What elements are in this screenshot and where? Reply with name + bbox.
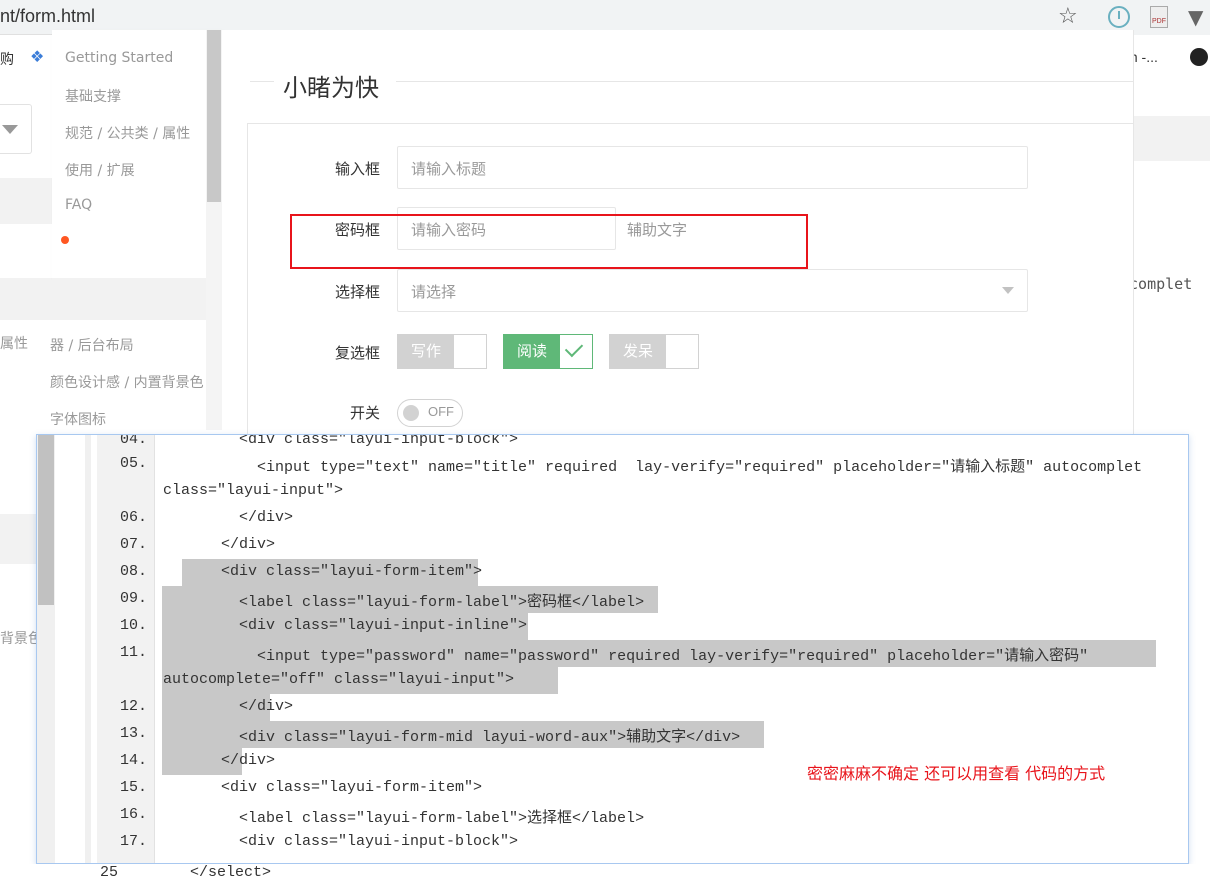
docs-dropdown-menu [52, 30, 222, 278]
popup-gutter-edge [85, 435, 91, 863]
code-text: <div class="layui-input-block"> [203, 434, 519, 448]
code-text: <input type="text" name="title" required… [203, 459, 1143, 476]
bookmark-icon[interactable]: ❖ [30, 47, 44, 66]
menu-item-specs[interactable]: 规范 / 公共类 / 属性 [65, 123, 190, 143]
code-line: 06. </div> [97, 505, 1188, 532]
background-right-band [1134, 116, 1210, 161]
line-number: 13. [119, 725, 147, 742]
checkbox-write[interactable]: 写作 [397, 334, 487, 369]
popup-scroll-thumb[interactable] [38, 435, 54, 605]
annotation-highlight-box [290, 214, 808, 269]
line-number: 11. [119, 644, 147, 661]
code-line: 13. <div class="layui-form-mid layui-wor… [97, 721, 1188, 748]
checkbox-label: 复选框 [334, 344, 380, 362]
checkbox-option-label: 阅读 [504, 335, 560, 368]
code-text: <div class="layui-input-inline"> [203, 617, 528, 634]
nav-item-icons[interactable]: 字体图标 [50, 409, 106, 429]
background-nav-text[interactable]: 属性 [0, 333, 28, 353]
code-line: 11. <input type="password" name="passwor… [97, 640, 1188, 667]
line-number: 06. [119, 509, 147, 526]
chevron-down-icon [2, 125, 18, 134]
globe-icon[interactable] [1190, 48, 1208, 66]
background-nav-band [0, 178, 52, 224]
code-line: 07. </div> [97, 532, 1188, 559]
code-text: <label class="layui-form-label">选择框</lab… [203, 810, 645, 827]
code-text: <div class="layui-input-block"> [203, 833, 519, 850]
line-number: 14. [119, 752, 147, 769]
code-text: class="layui-input"> [163, 482, 344, 499]
code-text: </div> [203, 536, 276, 553]
clock-extension-icon[interactable] [1108, 6, 1130, 28]
code-text: <label class="layui-form-label">密码框</lab… [203, 594, 645, 611]
legend-divider [396, 81, 1134, 82]
url-text: nt/form.html [0, 6, 96, 26]
code-text: </div> [203, 698, 294, 715]
vue-extension-icon[interactable]: ▼ [1188, 5, 1203, 29]
checkmark-icon [564, 338, 584, 358]
bookmark-left[interactable]: 购 [0, 49, 14, 69]
form-legend-title: 小睹为快 [283, 74, 379, 102]
code-text: <div class="layui-form-item"> [203, 779, 483, 796]
code-view-popup: 04. <div class="layui-input-block"> 05. … [36, 434, 1189, 864]
menu-item-usage[interactable]: 使用 / 扩展 [65, 160, 135, 180]
switch-state-text: OFF [428, 404, 454, 419]
switch-knob [403, 405, 419, 421]
line-number: 08. [119, 563, 147, 580]
line-number: 25 [100, 864, 119, 879]
code-line: 08. <div class="layui-form-item"> [97, 559, 1188, 586]
menu-item-getting-started[interactable]: Getting Started [65, 50, 173, 66]
code-line: 09. <label class="layui-form-label">密码框<… [97, 586, 1188, 613]
checkbox-option-label: 写作 [398, 335, 454, 368]
line-number: 10. [119, 617, 147, 634]
select-placeholder: 请选择 [411, 283, 457, 301]
background-code-line: 25 </select> [100, 864, 271, 879]
select-label: 选择框 [334, 283, 380, 301]
toggle-switch[interactable]: OFF [397, 399, 463, 427]
code-text: <input type="password" name="password" r… [203, 648, 1089, 665]
title-input-placeholder: 请输入标题 [411, 160, 487, 178]
checkbox-daydream[interactable]: 发呆 [609, 334, 699, 369]
notification-dot [61, 236, 69, 244]
switch-label: 开关 [349, 404, 380, 422]
bookmark-star-icon[interactable]: ☆ [1058, 4, 1078, 29]
code-line: 05. <input type="text" name="title" requ… [97, 451, 1188, 478]
code-text: <div class="layui-form-item"> [203, 563, 483, 580]
line-number: 09. [119, 590, 147, 607]
nav-item-layout[interactable]: 器 / 后台布局 [50, 335, 134, 355]
annotation-note: 密密麻麻不确定 还可以用查看 代码的方式 [807, 764, 1106, 783]
code-text: </div> [203, 509, 294, 526]
title-input[interactable]: 请输入标题 [397, 146, 1028, 189]
menu-item-faq[interactable]: FAQ [65, 197, 92, 213]
code-line: 12. </div> [97, 694, 1188, 721]
line-number: 04. [119, 434, 147, 448]
line-number: 05. [119, 455, 147, 472]
chevron-down-icon[interactable] [1002, 287, 1014, 294]
code-text: </select> [118, 864, 272, 879]
pdf-extension-icon[interactable]: PDF [1150, 6, 1168, 28]
code-text: autocomplete="off" class="layui-input"> [163, 671, 515, 688]
line-number: 12. [119, 698, 147, 715]
line-number: 07. [119, 536, 147, 553]
input-label: 输入框 [334, 160, 380, 178]
background-nav-band [0, 278, 52, 320]
line-number: 16. [119, 806, 147, 823]
code-line: autocomplete="off" class="layui-input"> [97, 667, 1188, 694]
code-line: 16. <label class="layui-form-label">选择框<… [97, 802, 1188, 829]
code-line: 10. <div class="layui-input-inline"> [97, 613, 1188, 640]
code-line: 17. <div class="layui-input-block"> [97, 829, 1188, 856]
line-number: 15. [119, 779, 147, 796]
background-select[interactable] [0, 104, 32, 154]
code-text: </div> [203, 752, 276, 769]
checkbox-read[interactable]: 阅读 [503, 334, 593, 369]
docs-menu-band [52, 278, 206, 320]
checkbox-option-label: 发呆 [610, 335, 666, 368]
menu-item-basics[interactable]: 基础支撑 [65, 86, 121, 106]
docs-menu-scroll-thumb[interactable] [207, 30, 221, 202]
code-line: class="layui-input"> [97, 478, 1188, 505]
code-text: <div class="layui-form-mid layui-word-au… [203, 729, 741, 746]
line-number: 17. [119, 833, 147, 850]
legend-divider [250, 81, 274, 82]
select-input[interactable]: 请选择 [397, 269, 1028, 312]
nav-item-colors[interactable]: 颜色设计感 / 内置背景色 [50, 372, 204, 392]
